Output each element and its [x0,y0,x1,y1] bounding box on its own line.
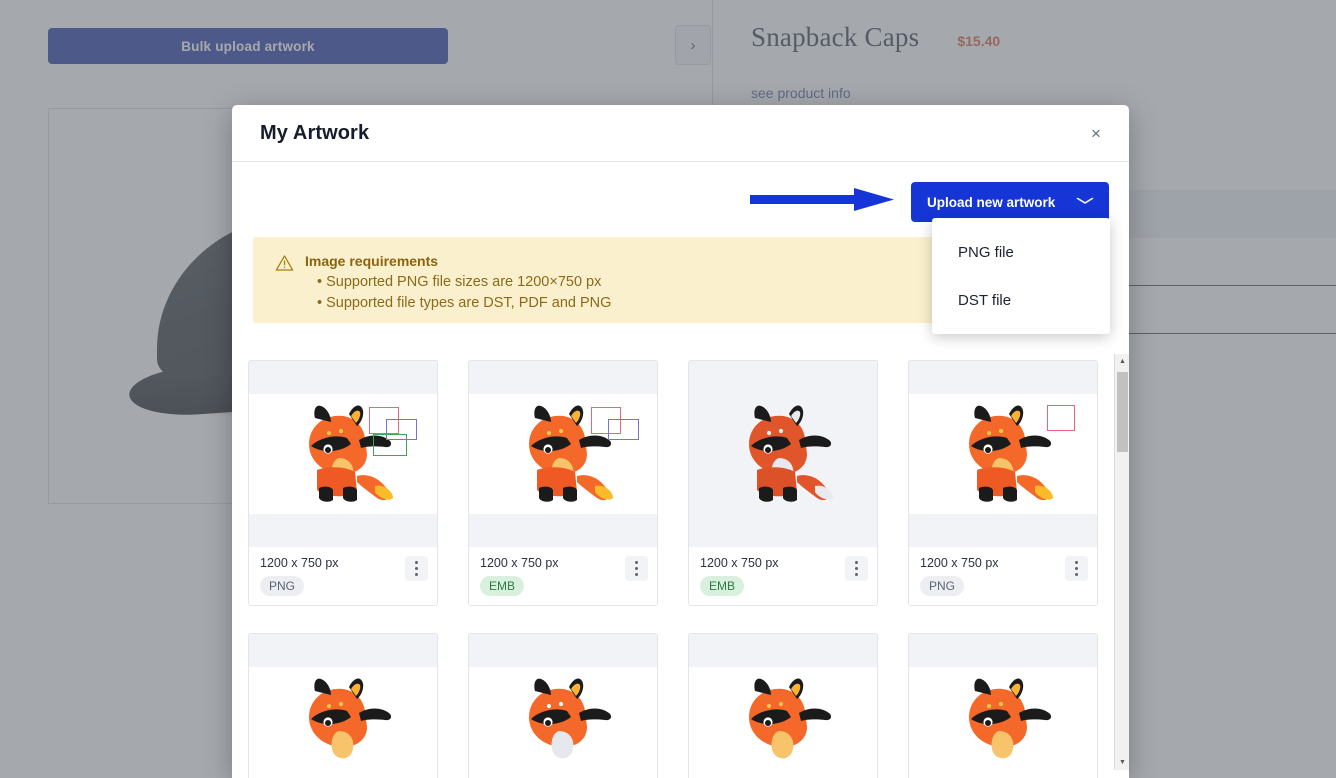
artwork-card[interactable] [908,633,1098,778]
upload-type-dropdown: PNG file DST file [932,218,1110,334]
artwork-dimensions: 1200 x 750 px [480,556,646,570]
artwork-card[interactable]: 1200 x 750 px PNG [248,360,438,606]
artwork-thumbnail[interactable] [909,634,1097,778]
artwork-card[interactable] [248,633,438,778]
scroll-down-arrow-icon[interactable]: ▼ [1115,755,1130,770]
scroll-up-arrow-icon[interactable]: ▲ [1115,354,1130,369]
modal-header: My Artwork × [232,105,1129,162]
artwork-thumbnail[interactable] [249,634,437,778]
artwork-image [249,667,437,778]
scrollbar-thumb[interactable] [1117,372,1128,452]
artwork-image [469,667,657,778]
screen: Bulk upload artwork › Snapback Caps $15.… [0,0,1336,778]
overlay-rect-red [1047,405,1075,431]
modal-scrollbar[interactable]: ▲ ▼ [1114,354,1129,770]
artwork-image [689,394,877,514]
fox-artwork-icon [943,673,1063,778]
artwork-image [909,394,1097,514]
artwork-card[interactable] [688,633,878,778]
artwork-image [909,667,1097,778]
artwork-dimensions: 1200 x 750 px [920,556,1086,570]
dropdown-item-label: DST file [958,292,1011,309]
artwork-thumbnail[interactable] [249,361,437,547]
fox-artwork-icon [723,673,843,778]
artwork-thumbnail[interactable] [909,361,1097,547]
overlay-rect-blue [608,419,639,440]
artwork-card[interactable]: 1200 x 750 px PNG [908,360,1098,606]
artwork-meta: 1200 x 750 px PNG [249,547,437,605]
artwork-options-menu-icon[interactable] [405,556,428,581]
dropdown-item-png[interactable]: PNG file [932,228,1110,276]
artwork-options-menu-icon[interactable] [1065,556,1088,581]
artwork-meta: 1200 x 750 px PNG [909,547,1097,605]
artwork-image [469,394,657,514]
artwork-dimensions: 1200 x 750 px [700,556,866,570]
artwork-image [249,394,437,514]
artwork-image [689,667,877,778]
artwork-thumbnail[interactable] [469,634,657,778]
artwork-format-badge: PNG [920,576,964,596]
artwork-meta: 1200 x 750 px EMB [689,547,877,605]
close-icon[interactable]: × [1083,121,1109,147]
modal-title: My Artwork [260,122,369,145]
annotation-arrow [750,186,1118,217]
artwork-card[interactable]: 1200 x 750 px EMB [688,360,878,606]
artwork-format-badge: EMB [480,576,524,596]
fox-artwork-icon [283,673,403,778]
notice-bullet: • Supported PNG file sizes are 1200×750 … [305,274,611,290]
artwork-thumbnail[interactable] [689,361,877,547]
fox-artwork-icon [503,673,623,778]
fox-artwork-icon [723,400,843,508]
artwork-card[interactable]: 1200 x 750 px EMB [468,360,658,606]
notice-body: Image requirements • Supported PNG file … [305,253,611,323]
artwork-thumbnail[interactable] [469,361,657,547]
artwork-dimensions: 1200 x 750 px [260,556,426,570]
notice-title: Image requirements [305,253,611,269]
overlay-rect-green [373,434,407,456]
dropdown-item-label: PNG file [958,244,1014,261]
artwork-format-badge: EMB [700,576,744,596]
artwork-grid: 1200 x 750 px PNG [248,360,1128,778]
fox-artwork-icon [943,400,1063,508]
warning-icon [275,253,305,323]
dropdown-item-dst[interactable]: DST file [932,276,1110,324]
artwork-grid-scroll[interactable]: 1200 x 750 px PNG [233,360,1129,778]
artwork-format-badge: PNG [260,576,304,596]
notice-bullet: • Supported file types are DST, PDF and … [305,295,611,311]
artwork-options-menu-icon[interactable] [845,556,868,581]
artwork-thumbnail[interactable] [689,634,877,778]
artwork-meta: 1200 x 750 px EMB [469,547,657,605]
artwork-options-menu-icon[interactable] [625,556,648,581]
artwork-card[interactable] [468,633,658,778]
